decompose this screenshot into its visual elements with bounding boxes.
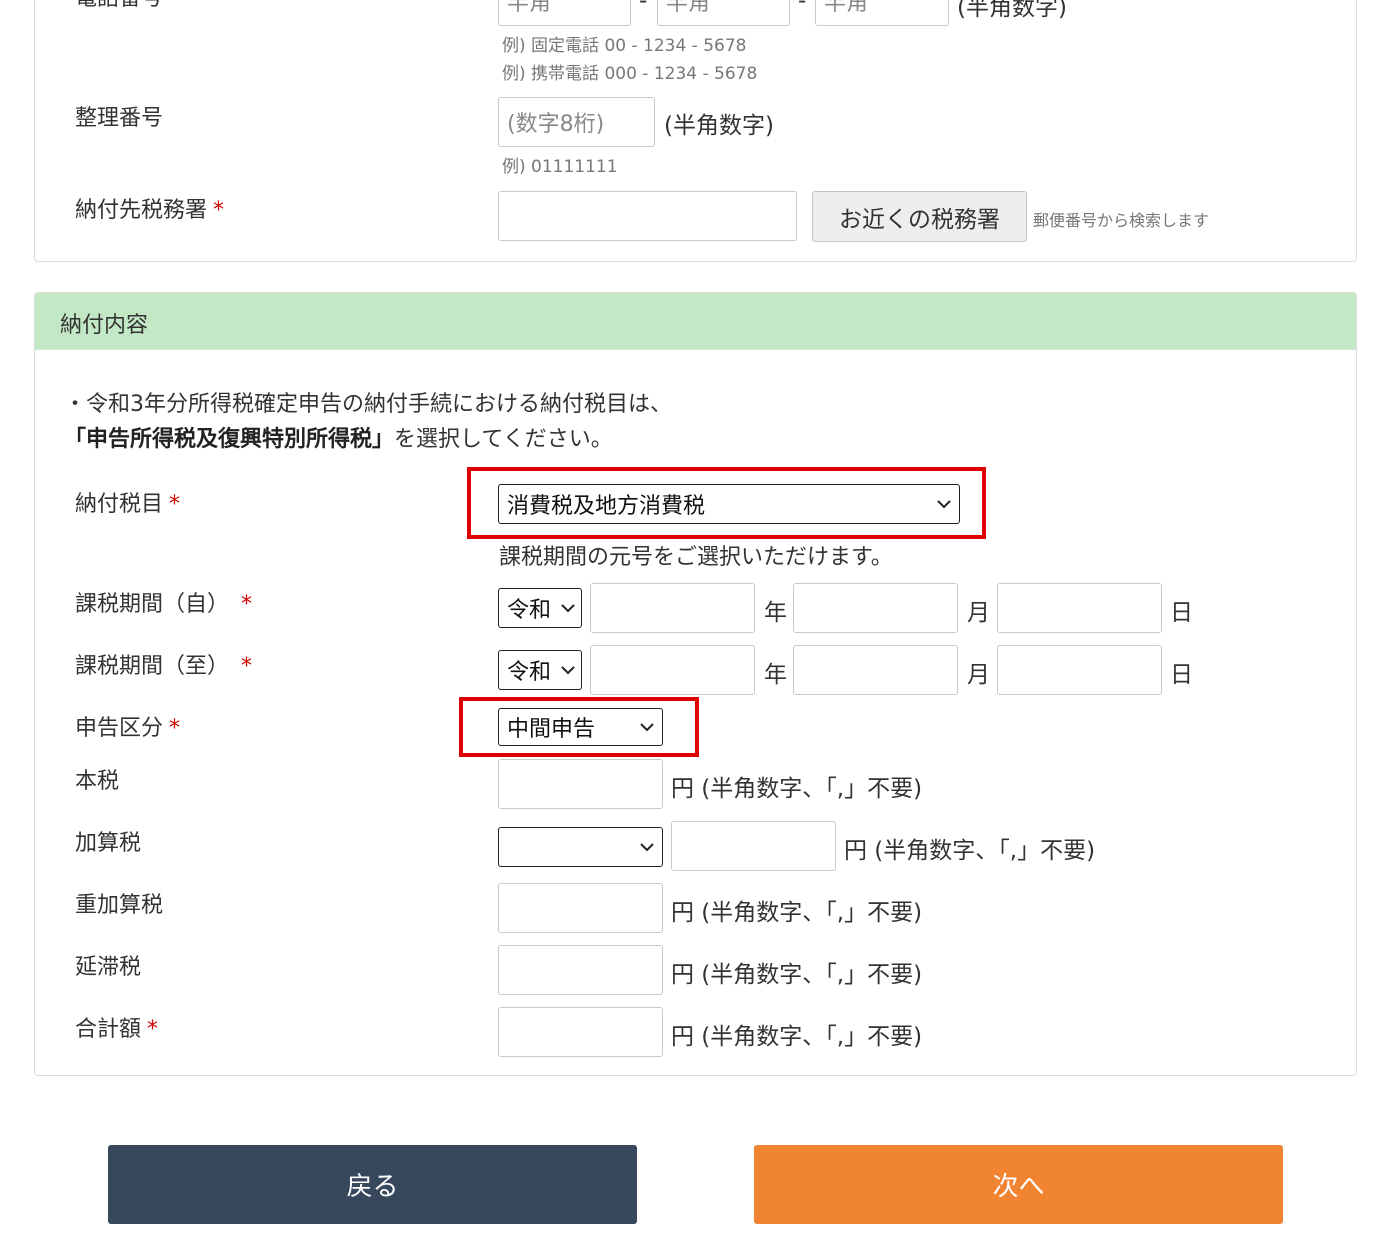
tax-office-input[interactable] bbox=[498, 191, 797, 241]
notice-line-2: 「申告所得税及復興特別所得税」を選択してください。 bbox=[64, 421, 613, 453]
phone-field-3[interactable]: 半角 bbox=[815, 0, 949, 26]
period-to-day-input[interactable] bbox=[997, 645, 1162, 695]
ref-number-example: 例) 01111111 bbox=[502, 157, 618, 177]
phone-separator-1: - bbox=[639, 0, 648, 14]
notice-rest-text: を選択してください。 bbox=[394, 427, 613, 452]
next-button-label: 次へ bbox=[992, 1172, 1045, 1202]
payment-panel-title: 納付内容 bbox=[60, 313, 149, 338]
phone-separator-2: - bbox=[798, 0, 807, 14]
tax-item-label-text: 納付税目 bbox=[75, 492, 164, 517]
era-note: 課税期間の元号をご選択いただけます。 bbox=[499, 545, 893, 570]
tax-office-label-text: 納付先税務署 bbox=[75, 198, 208, 223]
period-to-year-input[interactable] bbox=[590, 645, 755, 695]
phone-field-2[interactable]: 半角 bbox=[657, 0, 790, 26]
ref-number-label: 整理番号 bbox=[75, 106, 164, 131]
filing-category-label: 申告区分 * bbox=[75, 710, 180, 742]
period-from-year-unit: 年 bbox=[764, 600, 787, 626]
required-mark: * bbox=[213, 198, 225, 223]
required-mark: * bbox=[241, 654, 253, 679]
notice-line-1: ・令和3年分所得税確定申告の納付手続における納付税目は、 bbox=[64, 392, 672, 417]
additional-tax-note: 円 (半角数字、「,」不要) bbox=[844, 838, 1096, 864]
total-amount-input[interactable] bbox=[498, 1007, 663, 1057]
tax-office-label: 納付先税務署 * bbox=[75, 192, 224, 224]
required-mark: * bbox=[169, 492, 181, 517]
phone-example-fixed: 例) 固定電話 00 - 1234 - 5678 bbox=[502, 36, 747, 56]
principal-tax-input[interactable] bbox=[498, 759, 663, 809]
tax-item-select[interactable]: 消費税及地方消費税 bbox=[498, 484, 960, 524]
chevron-down-icon bbox=[640, 723, 654, 732]
ref-number-note: (半角数字) bbox=[664, 113, 774, 139]
back-button-label: 戻る bbox=[346, 1172, 399, 1202]
total-amount-label-text: 合計額 bbox=[75, 1017, 142, 1042]
period-from-day-unit: 日 bbox=[1170, 600, 1193, 626]
phone-note: (半角数字) bbox=[957, 0, 1067, 21]
period-from-era-select[interactable]: 令和 bbox=[498, 588, 582, 628]
required-mark: * bbox=[241, 592, 253, 617]
period-from-month-unit: 月 bbox=[967, 600, 990, 626]
notice-bold-text: 「申告所得税及復興特別所得税」 bbox=[64, 427, 395, 452]
period-to-month-unit: 月 bbox=[967, 662, 990, 688]
chevron-down-icon bbox=[640, 843, 654, 852]
nearby-tax-office-button[interactable]: お近くの税務署 bbox=[812, 191, 1027, 242]
ref-number-placeholder: (数字8桁) bbox=[507, 112, 605, 137]
delinquency-tax-input[interactable] bbox=[498, 945, 663, 995]
nearby-tax-office-button-label: お近くの税務署 bbox=[839, 206, 1000, 233]
period-from-label: 課税期間（自） * bbox=[75, 586, 252, 618]
additional-tax-label: 加算税 bbox=[75, 831, 142, 856]
heavy-additional-tax-input[interactable] bbox=[498, 883, 663, 933]
phone-placeholder-2: 半角 bbox=[666, 0, 711, 16]
period-to-label-text: 課税期間（至） bbox=[75, 654, 230, 679]
filing-category-label-text: 申告区分 bbox=[75, 716, 164, 741]
period-to-era-select[interactable]: 令和 bbox=[498, 650, 582, 690]
phone-field-1[interactable]: 半角 bbox=[498, 0, 631, 26]
required-mark: * bbox=[147, 1017, 159, 1042]
additional-tax-type-select[interactable] bbox=[498, 827, 663, 867]
tax-item-selected-value: 消費税及地方消費税 bbox=[507, 494, 706, 519]
ref-number-input[interactable]: (数字8桁) bbox=[498, 97, 655, 147]
next-button[interactable]: 次へ bbox=[754, 1145, 1283, 1224]
payment-panel-header: 納付内容 bbox=[35, 293, 1356, 350]
period-from-era-value: 令和 bbox=[507, 598, 552, 623]
period-from-year-input[interactable] bbox=[590, 583, 755, 633]
phone-label: 電話番号 bbox=[75, 0, 163, 12]
back-button[interactable]: 戻る bbox=[108, 1145, 637, 1224]
period-to-year-unit: 年 bbox=[764, 662, 787, 688]
principal-tax-label: 本税 bbox=[75, 769, 120, 794]
filing-category-select[interactable]: 中間申告 bbox=[498, 708, 663, 746]
required-mark: * bbox=[169, 716, 181, 741]
period-from-day-input[interactable] bbox=[997, 583, 1162, 633]
delinquency-tax-note: 円 (半角数字、「,」不要) bbox=[671, 962, 923, 988]
heavy-additional-tax-note: 円 (半角数字、「,」不要) bbox=[671, 900, 923, 926]
period-from-label-text: 課税期間（自） bbox=[75, 592, 230, 617]
chevron-down-icon bbox=[937, 500, 951, 509]
heavy-additional-tax-label: 重加算税 bbox=[75, 893, 164, 918]
phone-placeholder-3: 半角 bbox=[824, 0, 869, 16]
nearby-tax-office-note: 郵便番号から検索します bbox=[1033, 211, 1210, 230]
period-to-month-input[interactable] bbox=[793, 645, 958, 695]
period-from-month-input[interactable] bbox=[793, 583, 958, 633]
phone-placeholder-1: 半角 bbox=[507, 0, 552, 16]
delinquency-tax-label: 延滞税 bbox=[75, 955, 142, 980]
additional-tax-input[interactable] bbox=[671, 821, 836, 871]
tax-item-label: 納付税目 * bbox=[75, 486, 180, 518]
period-to-day-unit: 日 bbox=[1170, 662, 1193, 688]
chevron-down-icon bbox=[561, 666, 575, 675]
total-amount-label: 合計額 * bbox=[75, 1011, 158, 1043]
total-amount-note: 円 (半角数字、「,」不要) bbox=[671, 1024, 923, 1050]
period-to-era-value: 令和 bbox=[507, 660, 552, 685]
filing-category-selected-value: 中間申告 bbox=[507, 717, 596, 742]
period-to-label: 課税期間（至） * bbox=[75, 648, 252, 680]
phone-example-mobile: 例) 携帯電話 000 - 1234 - 5678 bbox=[502, 64, 758, 84]
chevron-down-icon bbox=[561, 604, 575, 613]
principal-tax-note: 円 (半角数字、「,」不要) bbox=[671, 776, 923, 802]
